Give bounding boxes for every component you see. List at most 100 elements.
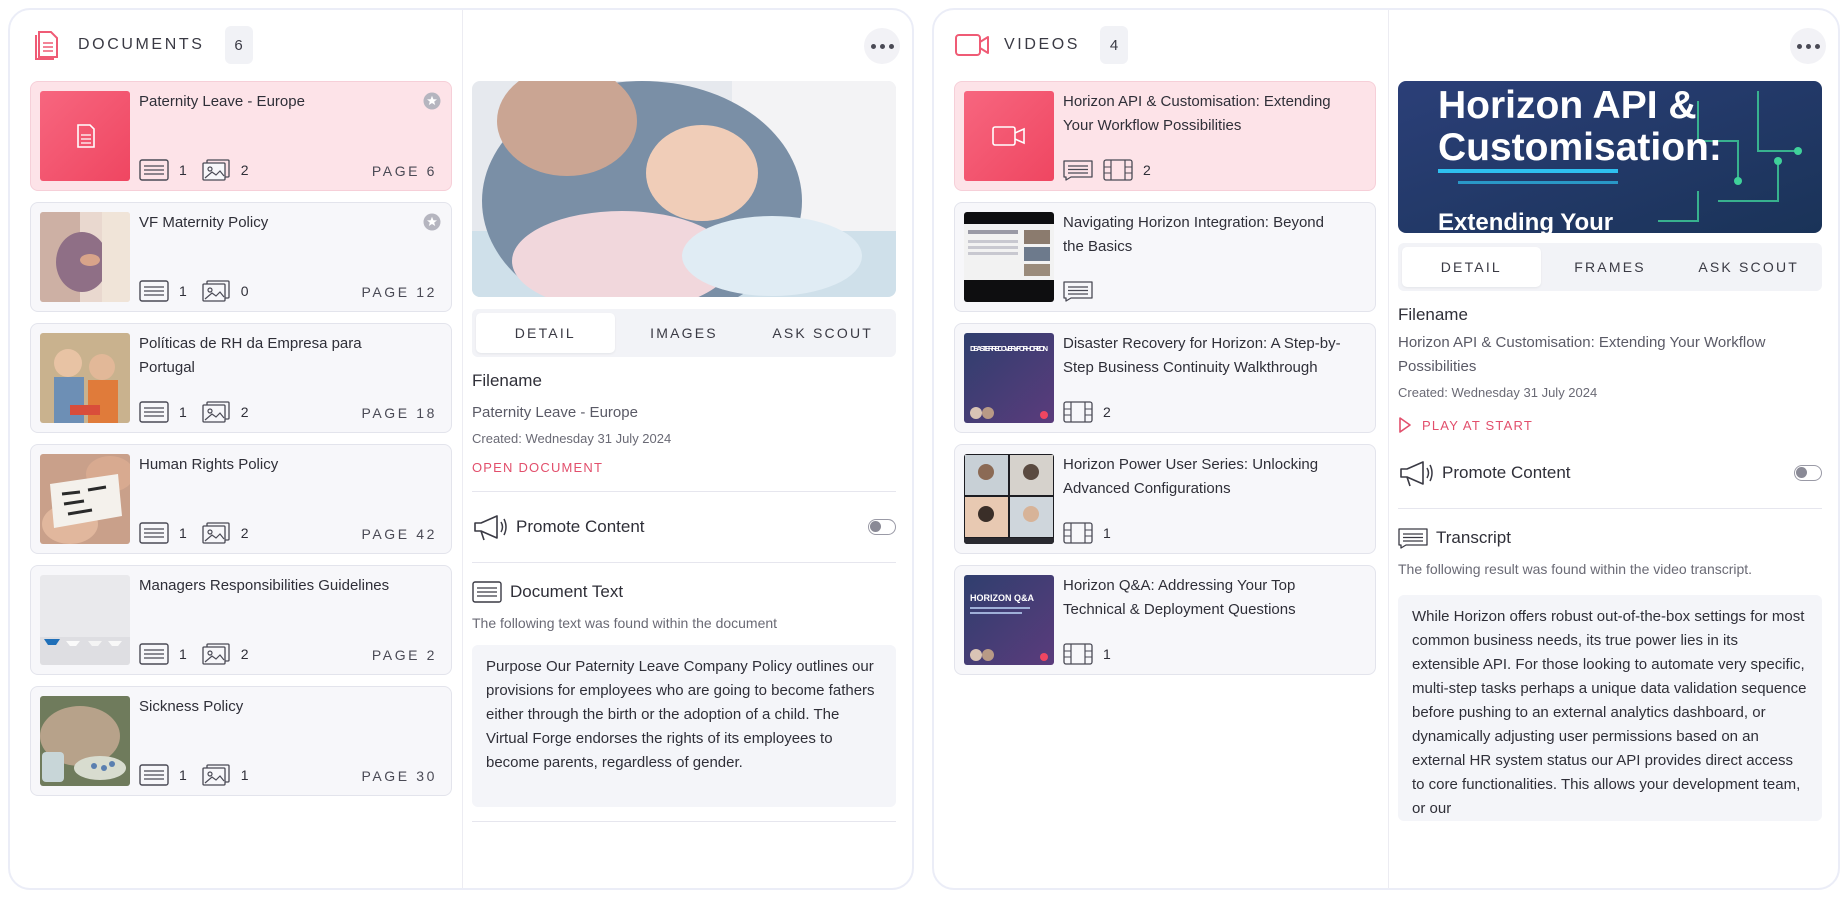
tab-images[interactable]: IMAGES bbox=[615, 313, 754, 353]
videos-panel: VIDEOS 4 Horizon API & Customisation: Ex… bbox=[932, 8, 1840, 890]
promote-content-toggle[interactable] bbox=[868, 519, 896, 535]
document-meta: 1 2 bbox=[139, 401, 263, 423]
video-card[interactable]: DISASTER RECOVERY FOR HORIZON Disaster R… bbox=[954, 323, 1376, 433]
document-card[interactable]: VF Maternity Policy 1 0 PAGE 12 bbox=[30, 202, 452, 312]
video-detail-tabs: DETAIL FRAMES ASK SCOUT bbox=[1398, 243, 1822, 291]
images-icon bbox=[202, 159, 230, 181]
document-text-title: Document Text bbox=[510, 582, 624, 601]
document-card[interactable]: Políticas de RH da Empresa para Portugal… bbox=[30, 323, 452, 433]
video-preview-image: Horizon API & Customisation: Extending Y… bbox=[1398, 81, 1822, 233]
filename-label: Filename bbox=[472, 371, 542, 390]
video-title: Disaster Recovery for Horizon: A Step-by… bbox=[1063, 335, 1341, 376]
images-icon bbox=[202, 280, 230, 302]
filename-value: Paternity Leave - Europe bbox=[472, 404, 638, 421]
document-card[interactable]: Managers Responsibilities Guidelines 1 2… bbox=[30, 565, 452, 675]
frame-count: 2 bbox=[1143, 162, 1151, 178]
film-frames-icon bbox=[1063, 401, 1093, 423]
text-count: 1 bbox=[179, 162, 187, 178]
document-title: Sickness Policy bbox=[139, 698, 244, 715]
favorite-star-icon[interactable] bbox=[423, 213, 441, 231]
horizon-qa-thumb-text: HORIZON Q&A bbox=[970, 593, 1034, 603]
image-count: 2 bbox=[240, 646, 249, 662]
promote-content-label: Promote Content bbox=[516, 517, 645, 536]
video-title: Navigating Horizon Integration: Beyond t… bbox=[1063, 214, 1324, 255]
video-meta: 2 bbox=[1063, 401, 1125, 423]
text-lines-icon bbox=[139, 280, 169, 302]
video-hero-title: Horizon API & Customisation: bbox=[1438, 85, 1722, 169]
tab-detail[interactable]: DETAIL bbox=[1402, 247, 1541, 287]
video-meta: 1 bbox=[1063, 643, 1125, 665]
promote-content-toggle[interactable] bbox=[1794, 465, 1822, 481]
video-card[interactable]: HORIZON Q&A Horizon Q&A: Addressing Your… bbox=[954, 565, 1376, 675]
page-label: PAGE 2 bbox=[371, 647, 437, 663]
play-icon bbox=[1399, 417, 1411, 433]
promote-content-row: Promote Content bbox=[1398, 438, 1822, 508]
document-text-excerpt: Purpose Our Paternity Leave Company Poli… bbox=[472, 645, 896, 807]
favorite-star-icon[interactable] bbox=[423, 92, 441, 110]
document-title: VF Maternity Policy bbox=[139, 214, 269, 231]
document-meta: 1 0 bbox=[139, 280, 263, 302]
video-card[interactable]: Navigating Horizon Integration: Beyond t… bbox=[954, 202, 1376, 312]
tab-ask-scout[interactable]: ASK SCOUT bbox=[1679, 247, 1818, 287]
document-meta: 1 2 bbox=[139, 522, 263, 544]
divider bbox=[472, 562, 896, 563]
document-text-subtitle: The following text was found within the … bbox=[472, 615, 778, 631]
video-detail: Horizon API & Customisation: Extending Y… bbox=[1398, 81, 1822, 821]
video-placeholder-thumbnail bbox=[964, 91, 1054, 181]
hero-line-1: Horizon API & bbox=[1438, 84, 1697, 127]
document-preview-image bbox=[472, 81, 896, 297]
text-count: 1 bbox=[179, 283, 187, 299]
images-icon bbox=[202, 522, 230, 544]
page-label: PAGE 12 bbox=[361, 284, 437, 300]
image-count: 2 bbox=[240, 525, 249, 541]
open-document-link[interactable]: OPEN DOCUMENT bbox=[472, 460, 896, 475]
images-icon bbox=[202, 643, 230, 665]
document-card[interactable]: Paternity Leave - Europe 1 2 PAGE 6 bbox=[30, 81, 452, 191]
document-card[interactable]: Sickness Policy 1 1 PAGE 30 bbox=[30, 686, 452, 796]
disaster-recovery-thumb-text: DISASTER RECOVERY FOR HORIZON bbox=[970, 344, 1048, 353]
documents-title: DOCUMENTS bbox=[78, 36, 205, 53]
video-camera-icon bbox=[955, 34, 989, 56]
tab-ask-scout[interactable]: ASK SCOUT bbox=[753, 313, 892, 353]
created-date: Created: Wednesday 31 July 2024 bbox=[472, 431, 672, 446]
tab-detail[interactable]: DETAIL bbox=[476, 313, 615, 353]
text-count: 1 bbox=[179, 646, 187, 662]
images-icon bbox=[202, 764, 230, 786]
megaphone-icon bbox=[1400, 461, 1433, 487]
document-meta: 1 1 bbox=[139, 764, 263, 786]
text-lines-icon bbox=[139, 401, 169, 423]
videos-title: VIDEOS bbox=[1004, 36, 1081, 53]
transcript-excerpt: While Horizon offers robust out-of-the-b… bbox=[1398, 595, 1822, 821]
document-meta: 1 2 bbox=[139, 159, 263, 181]
megaphone-icon bbox=[474, 515, 507, 541]
transcript-icon bbox=[1063, 281, 1093, 302]
page-label: PAGE 18 bbox=[361, 405, 437, 421]
page-label: PAGE 42 bbox=[361, 526, 437, 542]
text-count: 1 bbox=[179, 525, 187, 541]
tab-frames[interactable]: FRAMES bbox=[1541, 247, 1680, 287]
more-options-button[interactable] bbox=[1790, 28, 1826, 64]
horizon-qa-thumbnail: HORIZON Q&A bbox=[964, 575, 1054, 665]
documents-list: Paternity Leave - Europe 1 2 PAGE 6 VF M… bbox=[30, 81, 452, 807]
text-count: 1 bbox=[179, 767, 187, 783]
text-lines-icon bbox=[139, 159, 169, 181]
document-icon bbox=[35, 31, 58, 60]
document-title: Human Rights Policy bbox=[139, 456, 279, 473]
image-count: 0 bbox=[240, 283, 249, 299]
more-options-button[interactable] bbox=[864, 28, 900, 64]
document-card[interactable]: Human Rights Policy 1 2 PAGE 42 bbox=[30, 444, 452, 554]
text-lines-icon bbox=[472, 581, 502, 603]
divider bbox=[472, 821, 896, 822]
page-label: PAGE 6 bbox=[371, 163, 437, 179]
transcript-icon bbox=[1398, 528, 1428, 549]
filename-value: Horizon API & Customisation: Extending Y… bbox=[1398, 334, 1766, 375]
video-card[interactable]: Horizon Power User Series: Unlocking Adv… bbox=[954, 444, 1376, 554]
video-card[interactable]: Horizon API & Customisation: Extending Y… bbox=[954, 81, 1376, 191]
play-at-start-label: PLAY AT START bbox=[1422, 417, 1533, 433]
image-count: 2 bbox=[240, 404, 249, 420]
maternity-photo-thumbnail bbox=[40, 212, 130, 302]
transcript-title: Transcript bbox=[1436, 528, 1511, 547]
frame-count: 1 bbox=[1103, 525, 1111, 541]
play-at-start-link[interactable]: PLAY AT START bbox=[1398, 416, 1822, 434]
text-lines-icon bbox=[139, 643, 169, 665]
